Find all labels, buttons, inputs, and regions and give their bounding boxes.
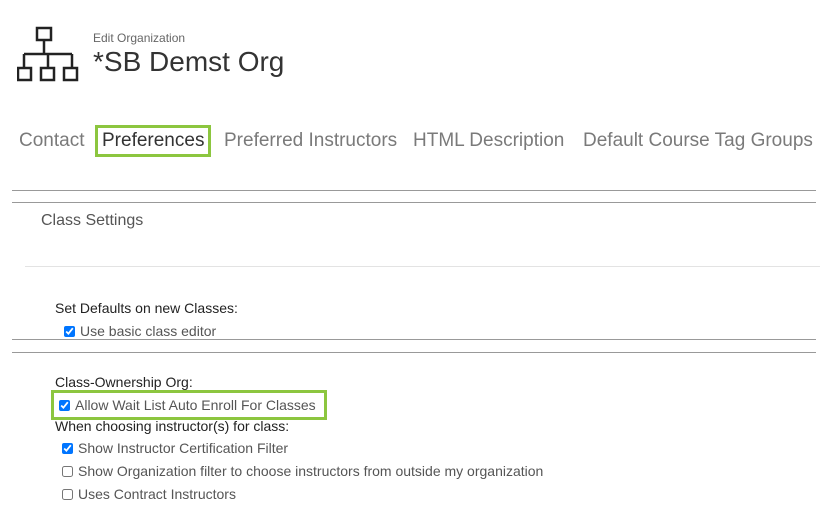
- instructor-group-label: When choosing instructor(s) for class:: [55, 418, 290, 434]
- uses-contract-instructors-option[interactable]: Uses Contract Instructors: [62, 485, 236, 503]
- show-organization-filter-label: Show Organization filter to choose instr…: [78, 463, 544, 479]
- use-basic-class-editor-checkbox[interactable]: [64, 325, 75, 337]
- use-basic-class-editor-label: Use basic class editor: [80, 323, 217, 339]
- page-subtitle: Edit Organization: [93, 31, 186, 45]
- section-divider: [25, 266, 820, 267]
- divider: [12, 352, 816, 353]
- show-instructor-certification-filter-checkbox[interactable]: [62, 442, 73, 454]
- uses-contract-instructors-label: Uses Contract Instructors: [78, 486, 236, 502]
- divider: [12, 339, 816, 340]
- allow-wait-list-auto-enroll-checkbox[interactable]: [59, 399, 70, 411]
- tab-default-course-tag-groups[interactable]: Default Course Tag Groups: [583, 128, 813, 154]
- show-instructor-certification-filter-label: Show Instructor Certification Filter: [78, 440, 289, 456]
- tab-html-description[interactable]: HTML Description: [413, 128, 564, 154]
- page-title: *SB Demst Org: [93, 46, 285, 77]
- tab-preferred-instructors[interactable]: Preferred Instructors: [224, 128, 397, 154]
- show-organization-filter-option[interactable]: Show Organization filter to choose instr…: [62, 462, 543, 480]
- divider: [12, 202, 816, 203]
- tab-contact[interactable]: Contact: [19, 128, 84, 154]
- show-instructor-certification-filter-option[interactable]: Show Instructor Certification Filter: [62, 439, 288, 457]
- tab-preferences[interactable]: Preferences: [94, 125, 212, 157]
- use-basic-class-editor-option[interactable]: Use basic class editor: [64, 322, 216, 340]
- section-title: Class Settings: [41, 212, 144, 229]
- uses-contract-instructors-checkbox[interactable]: [62, 488, 73, 500]
- defaults-group-label: Set Defaults on new Classes:: [55, 300, 238, 316]
- tab-bar: Contact Preferences Preferred Instructor…: [0, 125, 820, 158]
- allow-wait-list-auto-enroll-option[interactable]: Allow Wait List Auto Enroll For Classes: [51, 390, 327, 420]
- ownership-group-label: Class-Ownership Org:: [55, 374, 193, 390]
- show-organization-filter-checkbox[interactable]: [62, 465, 73, 477]
- divider: [12, 190, 816, 191]
- allow-wait-list-auto-enroll-label: Allow Wait List Auto Enroll For Classes: [75, 397, 316, 413]
- org-chart-icon: [17, 26, 79, 82]
